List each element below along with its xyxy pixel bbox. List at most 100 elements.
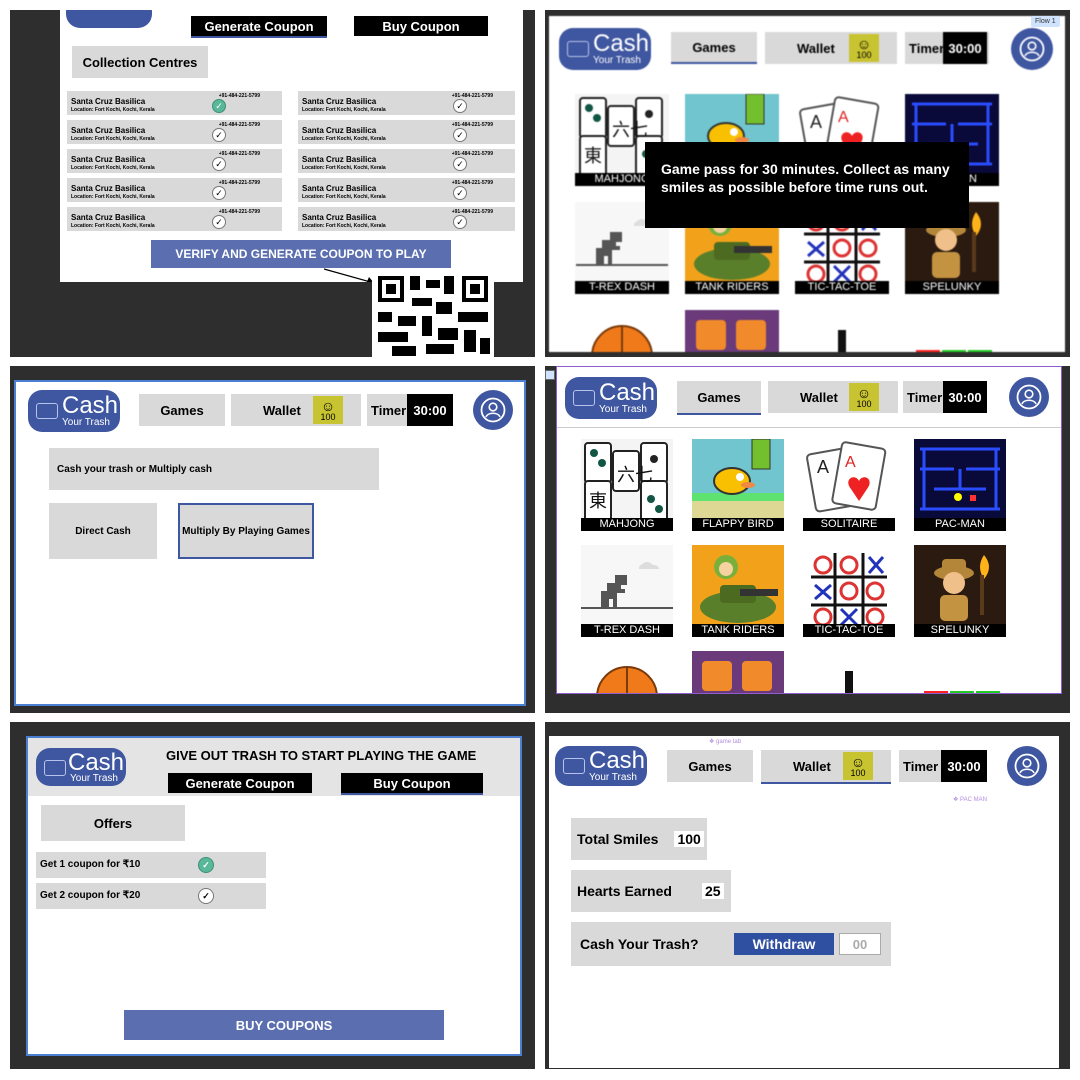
centre-location: Location: Fort Kochi, Kochi, Kerala: [302, 165, 386, 171]
tab-generate-coupon[interactable]: Generate Coupon: [191, 16, 327, 38]
game-title: T-REX DASH: [581, 624, 673, 637]
smile-icon: ☺: [850, 753, 866, 770]
centre-location: Location: Fort Kochi, Kochi, Kerala: [71, 107, 155, 113]
game-tile[interactable]: [914, 651, 1006, 693]
centre-row[interactable]: Santa Cruz Basilica Location: Fort Kochi,…: [67, 178, 282, 202]
tiles-game-icon: [696, 320, 766, 350]
basketball-icon: [591, 325, 653, 352]
logo-people-icon: [36, 403, 58, 419]
centre-row[interactable]: Santa Cruz Basilica Location: Fort Kochi,…: [298, 149, 515, 173]
timer: Timer 30:00: [905, 32, 989, 64]
game-pass-modal: Game pass for 30 minutes. Collect as man…: [645, 142, 969, 228]
game-tile[interactable]: T-REX DASH: [581, 545, 673, 637]
centre-name: Santa Cruz Basilica: [302, 155, 377, 164]
check-icon[interactable]: ✓: [453, 128, 467, 142]
game-tab-note: ❖ game tab: [709, 738, 741, 745]
timer-label: Timer: [907, 389, 943, 405]
game-tile[interactable]: [795, 310, 889, 352]
game-tile[interactable]: [581, 651, 673, 693]
centre-row[interactable]: Santa Cruz Basilica Location: Fort Kochi,…: [67, 207, 282, 231]
verify-generate-button[interactable]: VERIFY AND GENERATE COUPON TO PLAY: [151, 240, 451, 268]
centre-row[interactable]: Santa Cruz Basilica Location: Fort Kochi,…: [67, 91, 282, 115]
game-title: SPELUNKY: [905, 281, 999, 294]
game-tile[interactable]: [803, 651, 895, 693]
tab-buy-coupon[interactable]: Buy Coupon: [354, 16, 488, 36]
smile-counter: ☺ 100: [849, 383, 879, 411]
tab-games[interactable]: Games: [139, 394, 225, 426]
cash-prompt: Cash your trash or Multiply cash: [49, 448, 379, 490]
user-icon: [480, 397, 506, 423]
multiply-games-button[interactable]: Multiply By Playing Games: [178, 503, 314, 559]
hearts-earned-value: 25: [701, 883, 724, 899]
check-icon[interactable]: ✓: [212, 128, 226, 142]
centre-row[interactable]: Santa Cruz Basilica Location: Fort Kochi,…: [298, 120, 515, 144]
game-title: SOLITAIRE: [803, 518, 895, 531]
check-icon[interactable]: ✓: [453, 157, 467, 171]
game-tile[interactable]: [692, 651, 784, 693]
game-tile[interactable]: PAC-MAN: [914, 439, 1006, 531]
buy-coupons-label: BUY COUPONS: [235, 1017, 333, 1033]
cash-prompt-label: Cash your trash or Multiply cash: [57, 463, 213, 475]
game-title: MAHJONG: [581, 518, 673, 531]
game-tile[interactable]: AA SOLITAIRE: [803, 439, 895, 531]
tab-games[interactable]: Games: [671, 32, 757, 64]
withdraw-button[interactable]: Withdraw: [734, 933, 834, 955]
tab-games-label: Games: [692, 39, 736, 55]
game-tile[interactable]: SPELUNKY: [914, 545, 1006, 637]
tab-generate-coupon[interactable]: Generate Coupon: [168, 773, 312, 793]
offer-row[interactable]: Get 2 coupon for ₹20 ✓: [36, 883, 266, 909]
profile-avatar[interactable]: [473, 390, 513, 430]
centre-row[interactable]: Santa Cruz Basilica Location: Fort Kochi,…: [67, 120, 282, 144]
tab-games[interactable]: Games: [677, 381, 761, 415]
total-smiles-card: Total Smiles 100: [571, 818, 707, 860]
timer-label: Timer: [903, 758, 939, 774]
centre-row[interactable]: Santa Cruz Basilica Location: Fort Kochi,…: [298, 207, 515, 231]
game-tile[interactable]: [575, 310, 669, 352]
check-icon[interactable]: ✓: [453, 215, 467, 229]
logo-title: Cash: [62, 392, 119, 419]
smile-icon: ☺: [856, 384, 872, 401]
check-icon[interactable]: ✓: [212, 186, 226, 200]
offer-row[interactable]: Get 1 coupon for ₹10 ✓: [36, 852, 266, 878]
check-icon[interactable]: ✓: [212, 157, 226, 171]
multiply-games-label: Multiply By Playing Games: [182, 525, 310, 537]
smile-counter: ☺ 100: [843, 752, 873, 780]
game-tile[interactable]: [685, 310, 779, 352]
tab-games[interactable]: Games: [667, 750, 753, 782]
profile-avatar[interactable]: [1011, 28, 1053, 70]
svg-text:A: A: [817, 457, 829, 477]
logo-subtitle: Your Trash: [589, 772, 637, 783]
check-icon[interactable]: ✓: [198, 888, 214, 904]
cash-trash-label: Cash Your Trash?: [580, 936, 699, 952]
game-tile[interactable]: FLAPPY BIRD: [692, 439, 784, 531]
game-tile[interactable]: 六七東 MAHJONG: [581, 439, 673, 531]
collection-heading-label: Collection Centres: [82, 54, 198, 70]
buy-coupons-button[interactable]: BUY COUPONS: [124, 1010, 444, 1040]
game-tile[interactable]: TANK RIDERS: [692, 545, 784, 637]
timer: Timer 30:00: [903, 381, 987, 413]
check-icon[interactable]: ✓: [453, 99, 467, 113]
centre-row[interactable]: Santa Cruz Basilica Location: Fort Kochi,…: [298, 91, 515, 115]
verify-button-label: VERIFY AND GENERATE COUPON TO PLAY: [175, 247, 427, 261]
check-icon[interactable]: ✓: [212, 215, 226, 229]
tab-buy-coupon[interactable]: Buy Coupon: [341, 773, 483, 795]
game-tile[interactable]: [905, 310, 999, 352]
withdraw-amount-field[interactable]: 00: [839, 933, 881, 955]
profile-avatar[interactable]: [1009, 377, 1049, 417]
check-icon[interactable]: ✓: [453, 186, 467, 200]
bomb-icon: [845, 671, 853, 693]
centre-row[interactable]: Santa Cruz Basilica Location: Fort Kochi,…: [298, 178, 515, 202]
game-tab-note-text: ❖ game tab: [709, 739, 742, 745]
check-icon[interactable]: ✓: [198, 857, 214, 873]
game-title: TIC-TAC-TOE: [795, 281, 889, 294]
game-tile[interactable]: TIC-TAC-TOE: [803, 545, 895, 637]
user-icon: [1016, 384, 1042, 410]
check-icon[interactable]: ✓: [212, 99, 226, 113]
timer-value: 30:00: [407, 394, 453, 426]
game-pass-message: Game pass for 30 minutes. Collect as man…: [661, 161, 950, 195]
centre-phone: +91-484-221-5799: [218, 209, 260, 215]
svg-text:六七: 六七: [617, 465, 653, 485]
profile-avatar[interactable]: [1007, 746, 1047, 786]
direct-cash-button[interactable]: Direct Cash: [49, 503, 157, 559]
centre-row[interactable]: Santa Cruz Basilica Location: Fort Kochi,…: [67, 149, 282, 173]
